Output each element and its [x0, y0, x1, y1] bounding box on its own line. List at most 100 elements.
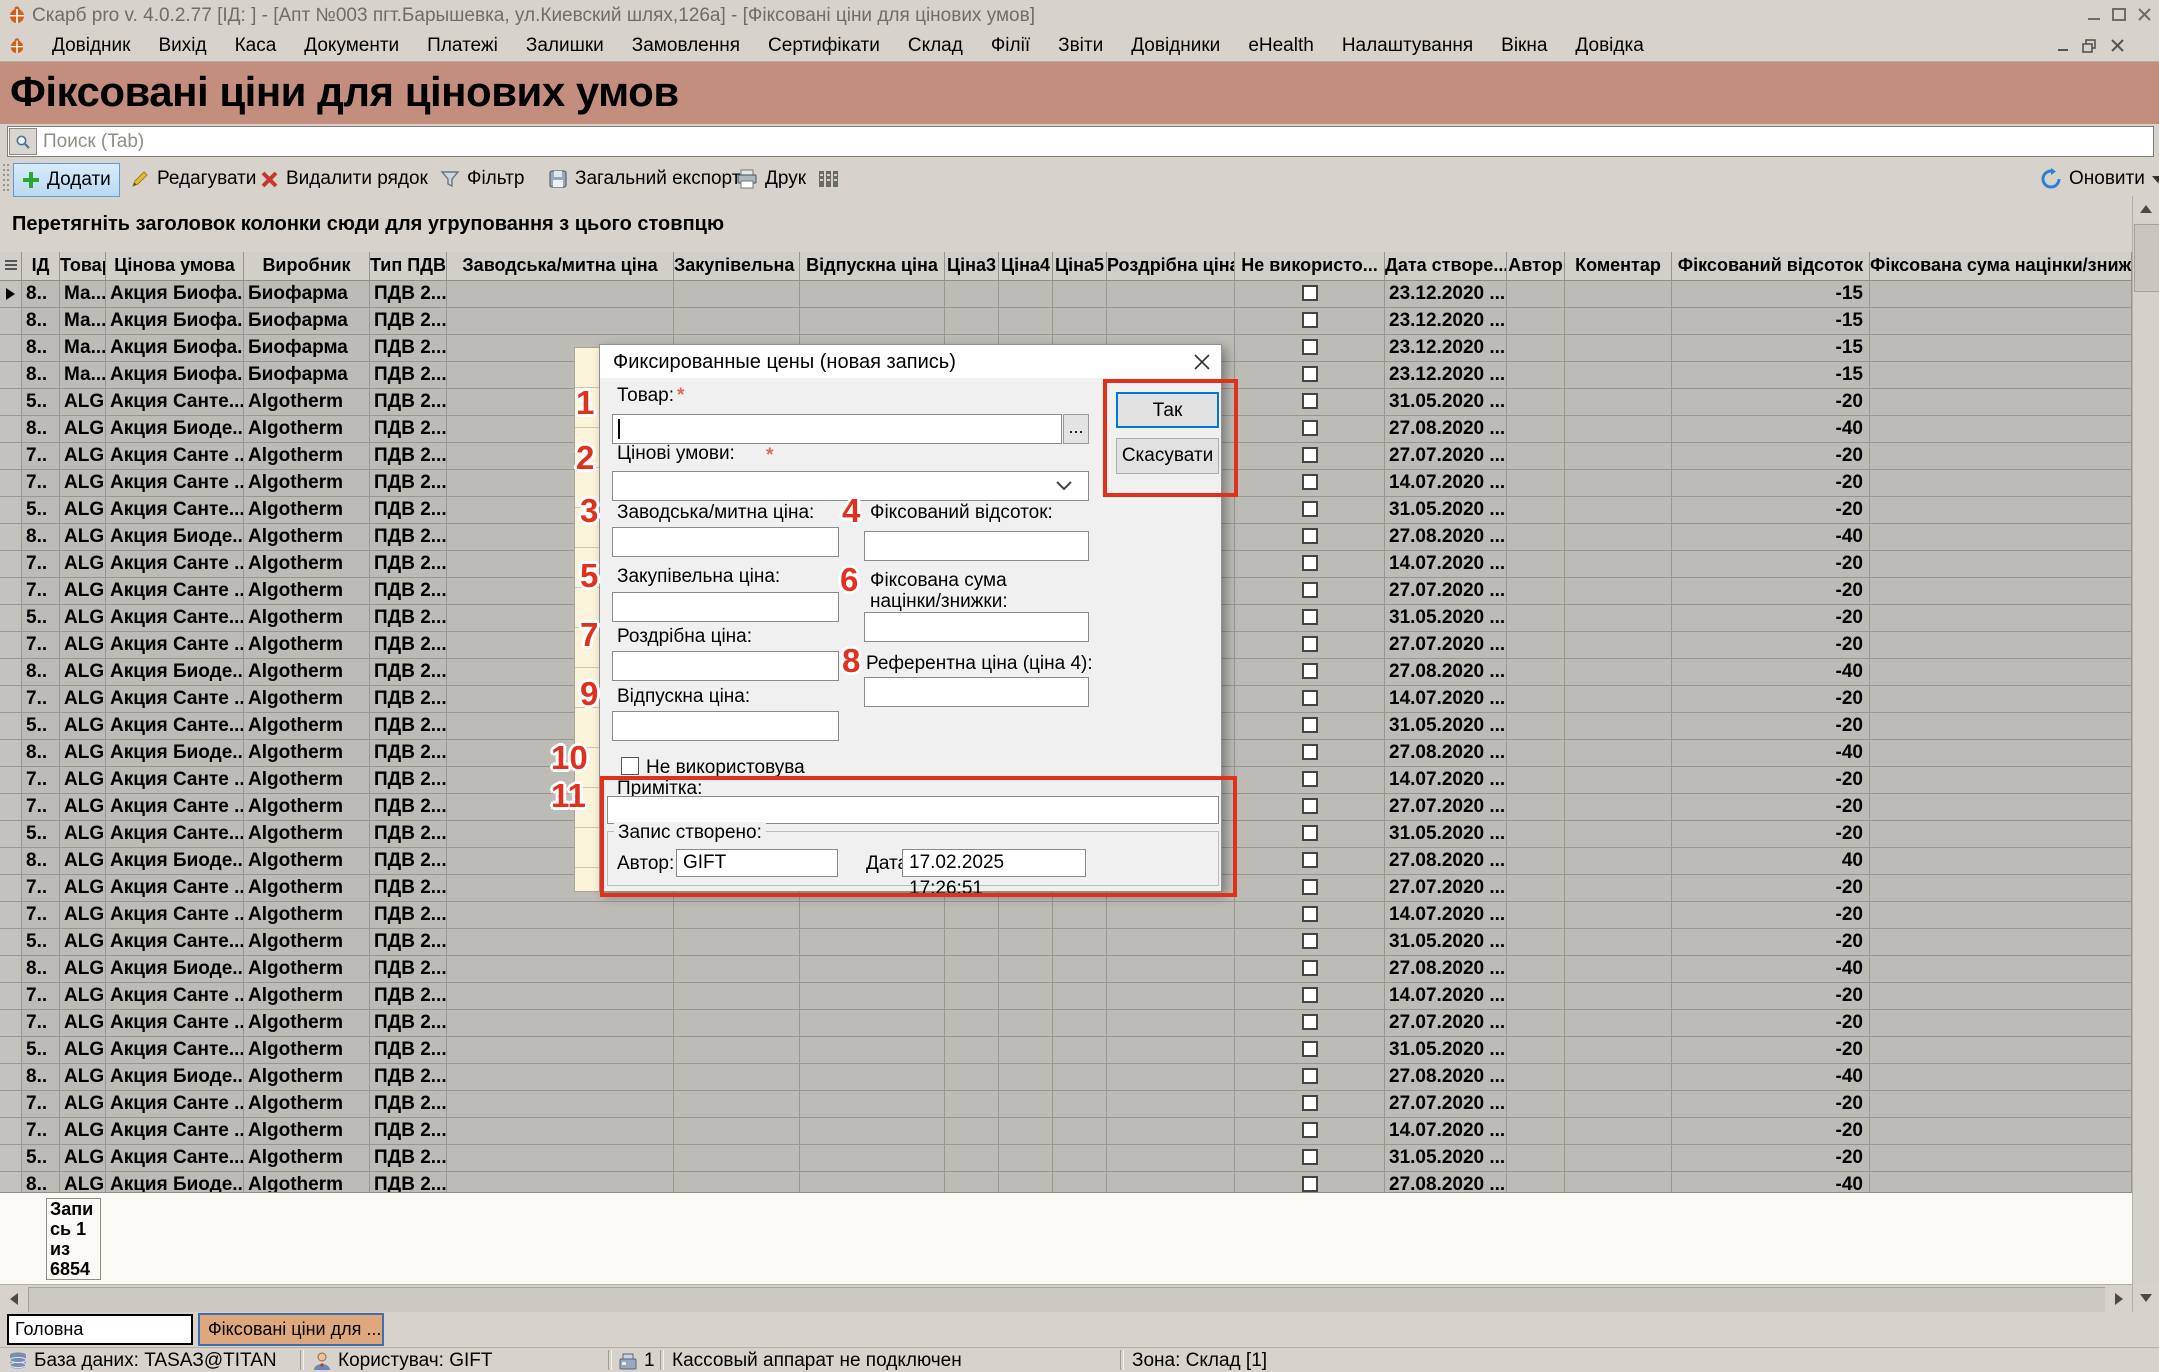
column-header[interactable]: Дата створе...: [1385, 252, 1507, 280]
menu-item-15[interactable]: Вікна: [1487, 35, 1561, 57]
not-used-checkbox[interactable]: [1302, 393, 1318, 409]
not-used-checkbox[interactable]: [1302, 852, 1318, 868]
fixed-sum-input[interactable]: [864, 612, 1089, 642]
not-used-checkbox[interactable]: [1302, 1095, 1318, 1111]
column-header[interactable]: Ціна4: [999, 252, 1053, 280]
not-used-checkbox[interactable]: [1302, 933, 1318, 949]
menu-item-9[interactable]: Склад: [894, 35, 977, 57]
not-used-checkbox[interactable]: [1302, 1149, 1318, 1165]
not-used-checkbox[interactable]: [1302, 1014, 1318, 1030]
scroll-right-icon[interactable]: [2105, 1286, 2132, 1312]
selling-price-input[interactable]: [612, 711, 839, 741]
not-used-checkbox[interactable]: [1302, 447, 1318, 463]
table-row[interactable]: 5..ALG...Акция Санте...AlgothermПДВ 2...…: [0, 1145, 2132, 1172]
table-row[interactable]: 7..ALG...Акция Санте ...AlgothermПДВ 2..…: [0, 1118, 2132, 1145]
not-used-checkbox[interactable]: [1302, 528, 1318, 544]
column-header[interactable]: ІД: [22, 252, 60, 280]
chevron-down-icon[interactable]: [1055, 480, 1073, 492]
table-row[interactable]: 5..ALG...Акция Санте...AlgothermПДВ 2...…: [0, 929, 2132, 956]
not-used-checkbox[interactable]: [1302, 825, 1318, 841]
not-used-checkbox[interactable]: [1302, 717, 1318, 733]
search-input[interactable]: Поиск (Tab): [7, 126, 2154, 157]
row-selector-header-icon[interactable]: [0, 252, 22, 280]
menu-item-7[interactable]: Замовлення: [618, 35, 754, 57]
table-row[interactable]: 7..ALG...Акция Санте ...AlgothermПДВ 2..…: [0, 1010, 2132, 1037]
menu-item-14[interactable]: Налаштування: [1328, 35, 1487, 57]
column-header[interactable]: Заводська/митна ціна: [447, 252, 674, 280]
not-used-checkbox[interactable]: [1302, 366, 1318, 382]
not-used-checkbox[interactable]: [1302, 987, 1318, 1003]
menu-item-11[interactable]: Звіти: [1044, 35, 1117, 57]
column-header[interactable]: Не використо...: [1235, 252, 1385, 280]
tovar-input[interactable]: [612, 414, 1062, 444]
not-used-checkbox[interactable]: [1302, 663, 1318, 679]
vertical-scrollbar[interactable]: [2132, 196, 2159, 1312]
refresh-button[interactable]: Оновити: [2032, 163, 2159, 195]
fixed-percent-input[interactable]: [864, 531, 1089, 561]
not-used-checkbox[interactable]: [1302, 798, 1318, 814]
not-used-checkbox[interactable]: [1302, 339, 1318, 355]
not-used-checkbox[interactable]: [1302, 1176, 1318, 1192]
menu-item-3[interactable]: Каса: [221, 35, 291, 57]
not-used-checkbox[interactable]: [1302, 879, 1318, 895]
horizontal-scrollbar[interactable]: [0, 1284, 2132, 1312]
retail-price-input[interactable]: [612, 651, 839, 681]
column-header[interactable]: Коментар: [1565, 252, 1672, 280]
menu-item-16[interactable]: Довідка: [1561, 35, 1657, 57]
table-row[interactable]: 5..ALG...Акция Санте...AlgothermПДВ 2...…: [0, 1037, 2132, 1064]
table-row[interactable]: 8..Ма...Акция Биофа...БиофармаПДВ 2...23…: [0, 308, 2132, 335]
column-header[interactable]: Відпускна ціна: [800, 252, 945, 280]
column-header[interactable]: Ціна5: [1053, 252, 1107, 280]
dialog-close-icon[interactable]: [1192, 352, 1212, 372]
column-header[interactable]: Ціна3: [945, 252, 999, 280]
menu-item-12[interactable]: Довідники: [1117, 35, 1234, 57]
scroll-down-icon[interactable]: [2133, 1285, 2159, 1311]
not-used-checkbox[interactable]: [1302, 285, 1318, 301]
not-used-checkbox[interactable]: [1302, 744, 1318, 760]
not-used-checkbox[interactable]: [1302, 501, 1318, 517]
refresh-dropdown-icon[interactable]: [2152, 176, 2159, 183]
not-used-checkbox[interactable]: [1302, 420, 1318, 436]
vertical-scroll-thumb[interactable]: [2134, 224, 2159, 292]
mdi-close-icon[interactable]: [2110, 38, 2126, 54]
group-by-area[interactable]: Перетягніть заголовок колонки сюди для у…: [0, 200, 2159, 252]
not-used-checkbox[interactable]: [1302, 555, 1318, 571]
filter-button[interactable]: Фільтр: [432, 163, 532, 195]
close-icon[interactable]: [2136, 6, 2154, 24]
not-used-checkbox[interactable]: [1302, 312, 1318, 328]
menu-item-5[interactable]: Платежі: [413, 35, 512, 57]
tab-home[interactable]: Головна: [7, 1314, 193, 1345]
horizontal-scroll-thumb[interactable]: [28, 1287, 2106, 1313]
not-used-checkbox[interactable]: [1302, 609, 1318, 625]
menu-item-10[interactable]: Філії: [977, 35, 1044, 57]
mdi-minimize-icon[interactable]: [2056, 38, 2072, 54]
column-header[interactable]: Закупівельна ...: [674, 252, 800, 280]
not-used-checkbox[interactable]: [1302, 636, 1318, 652]
print-button[interactable]: Друк: [728, 163, 814, 195]
column-header[interactable]: Фіксований відсоток: [1672, 252, 1870, 280]
not-used-checkbox[interactable]: [1302, 1068, 1318, 1084]
not-used-checkbox[interactable]: [1302, 474, 1318, 490]
delete-row-button[interactable]: Видалити рядок: [252, 163, 436, 195]
table-row[interactable]: 7..ALG...Акция Санте ...AlgothermПДВ 2..…: [0, 1091, 2132, 1118]
not-used-checkbox[interactable]: [1302, 771, 1318, 787]
not-used-checkbox[interactable]: [1302, 906, 1318, 922]
not-used-checkbox[interactable]: [1302, 1041, 1318, 1057]
tab-fixed-prices[interactable]: Фіксовані ціни для ...: [198, 1313, 384, 1346]
purchase-price-input[interactable]: [612, 592, 839, 622]
edit-button[interactable]: Редагувати: [122, 163, 264, 195]
toolbar-grip[interactable]: [3, 164, 9, 194]
menu-item-2[interactable]: Вихід: [144, 35, 220, 57]
scroll-up-icon[interactable]: [2133, 196, 2159, 222]
menu-item-4[interactable]: Документи: [290, 35, 413, 57]
scroll-left-icon[interactable]: [0, 1286, 27, 1312]
not-used-checkbox[interactable]: [1302, 960, 1318, 976]
table-row[interactable]: 8..ALG...Акция Биоде...AlgothermПДВ 2...…: [0, 956, 2132, 983]
column-header[interactable]: Товар: [60, 252, 106, 280]
minimize-icon[interactable]: [2085, 6, 2103, 24]
table-row[interactable]: 8..ALG...Акция Биоде...AlgothermПДВ 2...…: [0, 1172, 2132, 1192]
not-used-checkbox[interactable]: [1302, 1122, 1318, 1138]
search-icon[interactable]: [9, 128, 37, 155]
menu-item-1[interactable]: Довідник: [38, 35, 144, 57]
menu-item-13[interactable]: eHealth: [1234, 35, 1328, 57]
